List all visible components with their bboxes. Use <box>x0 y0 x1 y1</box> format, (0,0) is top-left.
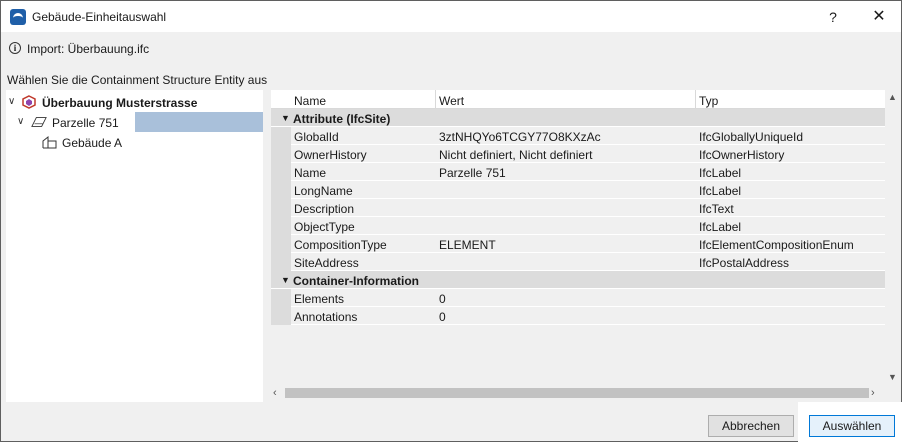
table-row[interactable]: Name Parzelle 751 IfcLabel <box>271 163 885 181</box>
cell-value: 0 <box>439 292 446 306</box>
cell-name: SiteAddress <box>294 256 359 270</box>
cell-value: ELEMENT <box>439 238 496 252</box>
tree-item-label: Überbauung Musterstrasse <box>42 96 198 110</box>
horizontal-scrollbar[interactable]: ‹ › <box>271 385 887 402</box>
scroll-up-icon[interactable]: ▲ <box>888 92 897 102</box>
collapse-triangle-icon[interactable]: ▼ <box>281 113 290 123</box>
site-icon <box>31 117 47 127</box>
import-file-label: Import: Überbauung.ifc <box>27 42 150 56</box>
chevron-down-icon[interactable]: ∨ <box>8 97 18 107</box>
table-row[interactable]: CompositionType ELEMENT IfcElementCompos… <box>271 235 885 253</box>
cell-name: LongName <box>294 184 353 198</box>
containment-tree: ∨ Überbauung Musterstrasse ∨ Parzelle 75… <box>6 90 263 402</box>
table-row[interactable]: Elements 0 <box>271 289 885 307</box>
grid-header: Name Wert Typ <box>271 90 885 109</box>
column-header-value[interactable]: Wert <box>439 94 464 108</box>
window-title: Gebäude-Einheitauswahl <box>32 10 167 24</box>
close-button[interactable]: ✕ <box>861 4 897 30</box>
cell-type: IfcLabel <box>699 184 742 198</box>
project-icon <box>22 95 36 109</box>
table-row[interactable]: ObjectType IfcLabel <box>271 217 885 235</box>
table-row[interactable]: SiteAddress IfcPostalAddress <box>271 253 885 271</box>
tree-item-project[interactable]: ∨ Überbauung Musterstrasse <box>6 92 263 112</box>
tree-item-label: Gebäude A <box>62 136 123 150</box>
group-label: Container-Information <box>293 274 419 288</box>
help-button[interactable]: ? <box>819 4 847 30</box>
cell-type: IfcElementCompositionEnum <box>699 238 854 252</box>
app-icon <box>10 9 26 25</box>
properties-grid: Name Wert Typ ▼ Attribute (IfcSite) Glob… <box>271 90 902 402</box>
chevron-down-icon[interactable]: ∨ <box>17 117 27 127</box>
scroll-right-icon[interactable]: › <box>871 387 875 399</box>
scrollbar-thumb[interactable] <box>285 388 869 398</box>
scroll-down-icon[interactable]: ▼ <box>888 372 897 382</box>
cell-name: ObjectType <box>294 220 355 234</box>
scroll-left-icon[interactable]: ‹ <box>273 387 277 399</box>
cell-type: IfcLabel <box>699 220 742 234</box>
table-row[interactable]: GlobalId 3ztNHQYo6TCGY77O8KXzAc IfcGloba… <box>271 127 885 145</box>
table-row[interactable]: LongName IfcLabel <box>271 181 885 199</box>
cell-name: CompositionType <box>294 238 387 252</box>
cell-name: Elements <box>294 292 345 306</box>
tree-item-site[interactable]: ∨ Parzelle 751 <box>6 112 263 132</box>
cancel-button[interactable]: Abbrechen <box>708 415 794 437</box>
tree-item-building[interactable]: Gebäude A <box>6 132 263 152</box>
collapse-triangle-icon[interactable]: ▼ <box>281 275 290 285</box>
column-header-name[interactable]: Name <box>294 94 326 108</box>
vertical-scrollbar[interactable]: ▲ ▼ <box>885 90 901 385</box>
select-button[interactable]: Auswählen <box>809 415 895 437</box>
table-row[interactable]: OwnerHistory Nicht definiert, Nicht defi… <box>271 145 885 163</box>
group-row[interactable]: ▼ Container-Information <box>271 271 885 289</box>
cell-value: Parzelle 751 <box>439 166 506 180</box>
cell-type: IfcOwnerHistory <box>699 148 785 162</box>
cell-type: IfcText <box>699 202 734 216</box>
cell-name: Name <box>294 166 327 180</box>
cell-value: 0 <box>439 310 446 324</box>
building-icon <box>42 135 57 149</box>
title-bar: Gebäude-Einheitauswahl ? ✕ <box>1 1 901 32</box>
cell-value: 3ztNHQYo6TCGY77O8KXzAc <box>439 130 601 144</box>
group-label: Attribute (IfcSite) <box>293 112 391 126</box>
table-row[interactable]: Description IfcText <box>271 199 885 217</box>
dialog-window: Gebäude-Einheitauswahl ? ✕ i Import: Übe… <box>0 0 902 442</box>
selection-prompt: Wählen Sie die Containment Structure Ent… <box>7 73 268 87</box>
cell-name: Annotations <box>294 310 358 324</box>
group-row[interactable]: ▼ Attribute (IfcSite) <box>271 109 885 127</box>
cell-type: IfcLabel <box>699 166 742 180</box>
table-row[interactable]: Annotations 0 <box>271 307 885 325</box>
info-icon: i <box>9 42 21 54</box>
cell-value: Nicht definiert, Nicht definiert <box>439 148 593 162</box>
cell-name: OwnerHistory <box>294 148 367 162</box>
cell-name: GlobalId <box>294 130 339 144</box>
column-header-type[interactable]: Typ <box>699 94 718 108</box>
cell-type: IfcGloballyUniqueId <box>699 130 804 144</box>
tree-item-label: Parzelle 751 <box>52 116 119 130</box>
cell-type: IfcPostalAddress <box>699 256 790 270</box>
cell-name: Description <box>294 202 355 216</box>
